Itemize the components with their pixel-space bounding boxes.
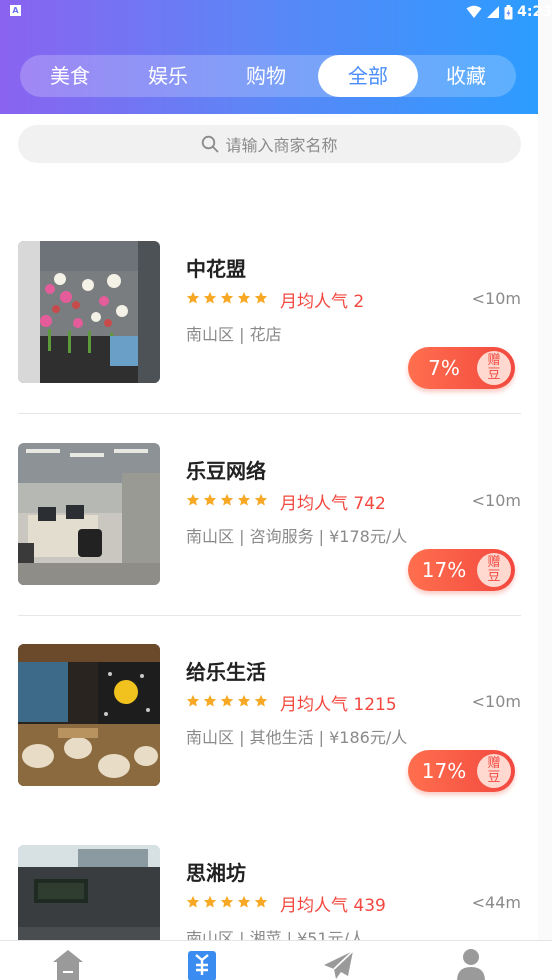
star-icon	[237, 493, 251, 506]
nav-home[interactable]	[50, 945, 90, 980]
divider	[18, 413, 521, 414]
screen-edge	[538, 0, 552, 980]
bonus-badge[interactable]: 17% 赠豆	[408, 549, 515, 591]
merchant-description: 南山区 | 花店	[186, 325, 282, 344]
merchant-description: 南山区 | 咨询服务 | ¥178元/人	[186, 527, 408, 546]
star-icon	[186, 493, 200, 506]
bonus-badge[interactable]: 7% 赠豆	[408, 347, 515, 389]
star-icon	[220, 493, 234, 506]
star-icon	[254, 694, 268, 707]
category-tabs: 美食 娱乐 购物 全部 收藏	[20, 55, 516, 97]
merchant-description: 南山区 | 湘菜 | ¥51元/人	[186, 929, 366, 940]
merchant-distance: <10m	[471, 692, 521, 711]
merchant-name: 给乐生活	[186, 660, 266, 684]
merchant-name: 乐豆网络	[186, 459, 266, 483]
rating-stars	[186, 895, 268, 909]
star-icon	[254, 895, 268, 908]
tab-food[interactable]: 美食	[22, 55, 118, 97]
user-icon	[457, 949, 485, 980]
star-icon	[254, 493, 268, 506]
merchant-photo-office	[18, 443, 160, 585]
send-icon	[324, 950, 354, 979]
star-icon	[186, 694, 200, 707]
star-icon	[237, 291, 251, 304]
merchant-name: 思湘坊	[186, 861, 246, 885]
merchant-popularity: 月均人气 2	[280, 292, 365, 312]
merchant-photo-flower-shop	[18, 241, 160, 383]
merchant-item[interactable]: 中花盟 月均人气 2 <10m 南山区 | 花店 7% 赠豆	[18, 241, 521, 441]
bonus-percent: 17%	[421, 759, 467, 783]
merchant-name: 中花盟	[186, 257, 246, 281]
star-icon	[237, 694, 251, 707]
search-icon	[202, 135, 219, 153]
merchant-item[interactable]: 给乐生活 月均人气 1215 <10m 南山区 | 其他生活 | ¥186元/人…	[18, 644, 521, 844]
star-icon	[203, 694, 217, 707]
bonus-label: 赠豆	[477, 754, 511, 788]
merchant-distance: <10m	[471, 491, 521, 510]
notification-icon: A	[10, 5, 21, 16]
rating-stars	[186, 694, 268, 708]
status-time: 4:23	[517, 4, 552, 20]
star-icon	[220, 291, 234, 304]
search-placeholder: 请输入商家名称	[225, 136, 338, 155]
star-icon	[254, 291, 268, 304]
bonus-badge[interactable]: 17% 赠豆	[408, 750, 515, 792]
bonus-percent: 17%	[421, 558, 467, 582]
nav-profile[interactable]	[454, 945, 494, 980]
merchant-photo-restaurant	[18, 845, 160, 940]
tab-all[interactable]: 全部	[318, 55, 418, 97]
star-icon	[186, 291, 200, 304]
merchant-popularity: 月均人气 439	[280, 896, 386, 916]
star-icon	[186, 895, 200, 908]
merchant-distance: <44m	[471, 893, 521, 912]
divider	[18, 615, 521, 616]
tab-favorites[interactable]: 收藏	[418, 55, 514, 97]
home-icon	[53, 950, 83, 980]
battery-icon	[504, 4, 513, 19]
star-icon	[203, 493, 217, 506]
rating-stars	[186, 493, 268, 507]
tab-entertainment[interactable]: 娱乐	[120, 55, 216, 97]
nav-merchants[interactable]	[186, 945, 226, 980]
star-icon	[203, 291, 217, 304]
merchant-item[interactable]: 乐豆网络 月均人气 742 <10m 南山区 | 咨询服务 | ¥178元/人 …	[18, 443, 521, 643]
merchant-item[interactable]: 思湘坊 月均人气 439 <44m 南山区 | 湘菜 | ¥51元/人	[18, 845, 521, 940]
nav-send[interactable]	[322, 945, 362, 980]
merchant-popularity: 月均人气 742	[280, 494, 386, 514]
merchant-photo-cafe	[18, 644, 160, 786]
signal-icon	[487, 6, 500, 18]
star-icon	[220, 895, 234, 908]
bonus-label: 赠豆	[477, 351, 511, 385]
rating-stars	[186, 291, 268, 305]
star-icon	[237, 895, 251, 908]
wifi-icon	[466, 5, 482, 18]
star-icon	[203, 895, 217, 908]
search-input[interactable]: 请输入商家名称	[18, 125, 521, 163]
merchant-list-icon	[188, 951, 216, 980]
bonus-percent: 7%	[428, 356, 460, 380]
merchant-popularity: 月均人气 1215	[280, 695, 397, 715]
tab-shopping[interactable]: 购物	[218, 55, 314, 97]
star-icon	[220, 694, 234, 707]
status-bar: A 4:23	[0, 0, 552, 26]
merchant-description: 南山区 | 其他生活 | ¥186元/人	[186, 728, 408, 747]
merchant-distance: <10m	[471, 289, 521, 308]
bonus-label: 赠豆	[477, 553, 511, 587]
bottom-navigation	[0, 940, 552, 980]
